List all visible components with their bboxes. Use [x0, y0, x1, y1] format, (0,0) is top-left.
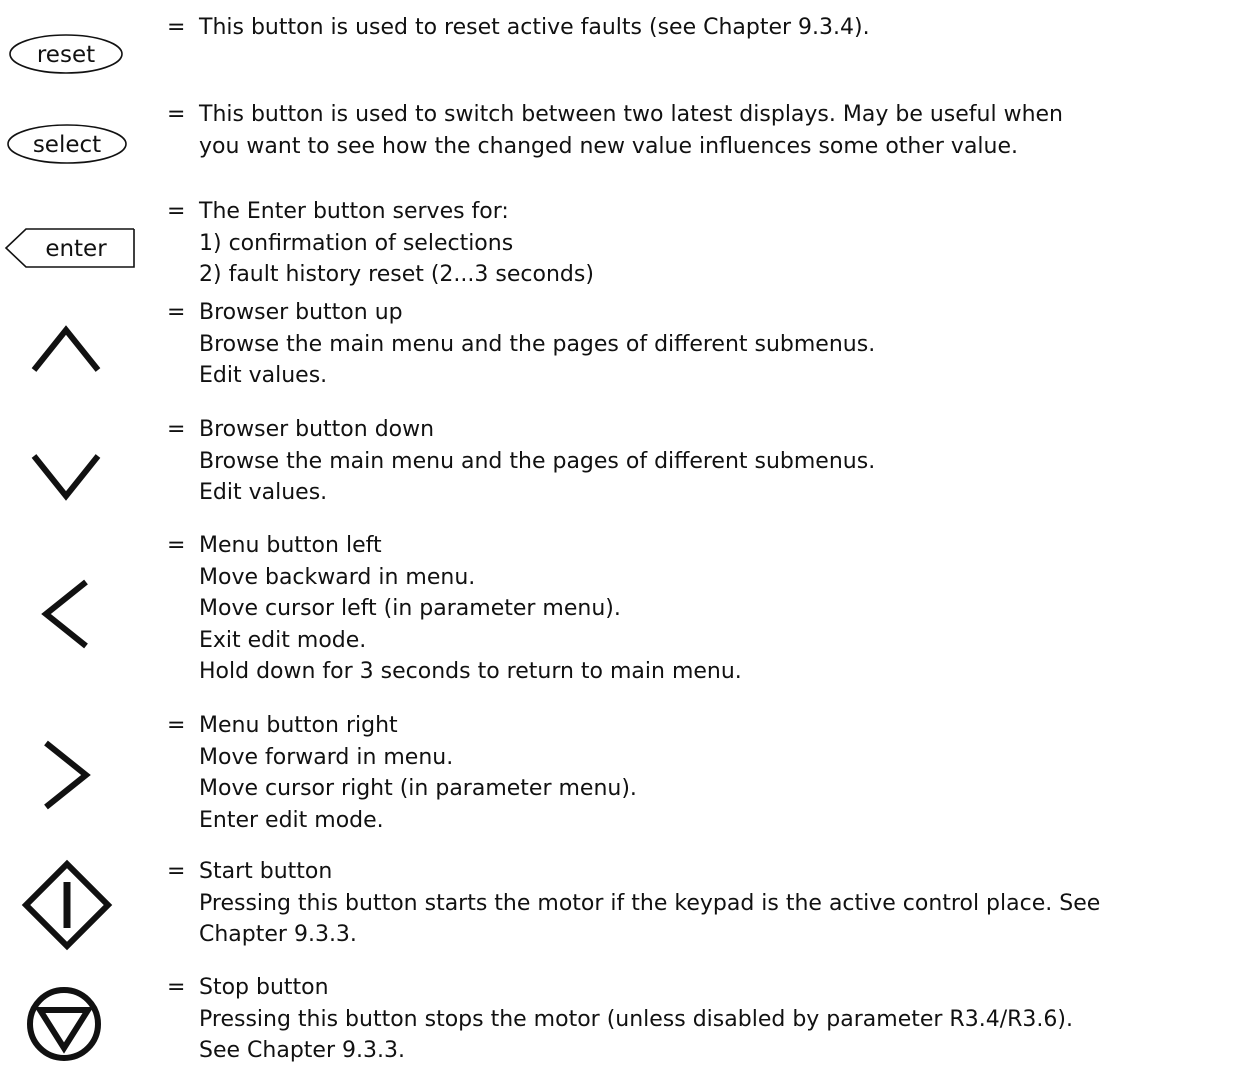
start-button-icon — [21, 859, 113, 951]
description-line: Browser button up — [199, 300, 403, 325]
equals-sign: = — [167, 713, 186, 738]
description-line: See Chapter 9.3.3. — [199, 1038, 405, 1063]
description-line: Chapter 9.3.3. — [199, 922, 357, 947]
reset-button-icon: reset — [8, 33, 124, 75]
chevron-down-icon — [30, 450, 102, 502]
description-line: Pressing this button starts the motor if… — [199, 890, 1101, 916]
svg-text:reset: reset — [37, 42, 95, 68]
chevron-up-icon — [30, 324, 102, 376]
description-line: 2) fault history reset (2...3 seconds) — [199, 262, 594, 287]
description-line: Browse the main menu and the pages of di… — [199, 331, 876, 357]
reset-description-lines: This button is used to reset active faul… — [199, 12, 870, 44]
description-line: This button is used to switch between tw… — [199, 102, 1063, 127]
description-line: 1) confirmation of selections — [199, 230, 514, 256]
equals-sign: = — [167, 417, 186, 442]
description-line: Move cursor left (in parameter menu). — [199, 596, 621, 621]
description-line: Menu button left — [199, 533, 382, 558]
start-description-lines: Start button Pressing this button starts… — [199, 856, 1100, 951]
chevron-left-icon — [40, 578, 92, 650]
description-line: Pressing this button stops the motor (un… — [199, 1006, 1073, 1032]
description-line: Edit values. — [199, 363, 328, 388]
left-description-lines: Menu button left Move backward in menu. … — [199, 530, 742, 688]
description-line: Exit edit mode. — [199, 627, 367, 653]
chevron-right-icon — [40, 739, 92, 811]
description-line: Stop button — [199, 975, 329, 1000]
stop-button-icon — [26, 986, 102, 1062]
description-line: Menu button right — [199, 713, 398, 738]
enter-button-icon: enter — [4, 227, 136, 269]
description-line: Edit values. — [199, 480, 328, 505]
description-line: Hold down for 3 seconds to return to mai… — [199, 659, 742, 684]
equals-sign: = — [167, 859, 186, 884]
equals-sign: = — [167, 533, 186, 558]
equals-sign: = — [167, 102, 186, 127]
equals-sign: = — [167, 15, 186, 40]
description-line: Move backward in menu. — [199, 564, 476, 590]
right-description-lines: Menu button right Move forward in menu. … — [199, 710, 637, 836]
description-line: Enter edit mode. — [199, 807, 384, 833]
select-button-icon: select — [6, 123, 128, 165]
description-line: The Enter button serves for: — [199, 199, 509, 224]
description-line: you want to see how the changed new valu… — [199, 133, 1019, 159]
description-line: Move forward in menu. — [199, 744, 454, 770]
down-description-lines: Browser button down Browse the main menu… — [199, 414, 875, 509]
equals-sign: = — [167, 975, 186, 1000]
description-line: Move cursor right (in parameter menu). — [199, 776, 637, 801]
description-line: Start button — [199, 859, 333, 884]
select-description-lines: This button is used to switch between tw… — [199, 99, 1063, 162]
enter-description-lines: The Enter button serves for: 1) confirma… — [199, 196, 594, 291]
stop-description-lines: Stop button Pressing this button stops t… — [199, 972, 1073, 1067]
equals-sign: = — [167, 199, 186, 224]
description-line: Browse the main menu and the pages of di… — [199, 448, 876, 474]
svg-text:select: select — [33, 132, 101, 158]
description-line: Browser button down — [199, 417, 435, 442]
description-line: This button is used to reset active faul… — [199, 15, 870, 40]
up-description-lines: Browser button up Browse the main menu a… — [199, 297, 875, 392]
equals-sign: = — [167, 300, 186, 325]
svg-text:enter: enter — [45, 236, 107, 262]
